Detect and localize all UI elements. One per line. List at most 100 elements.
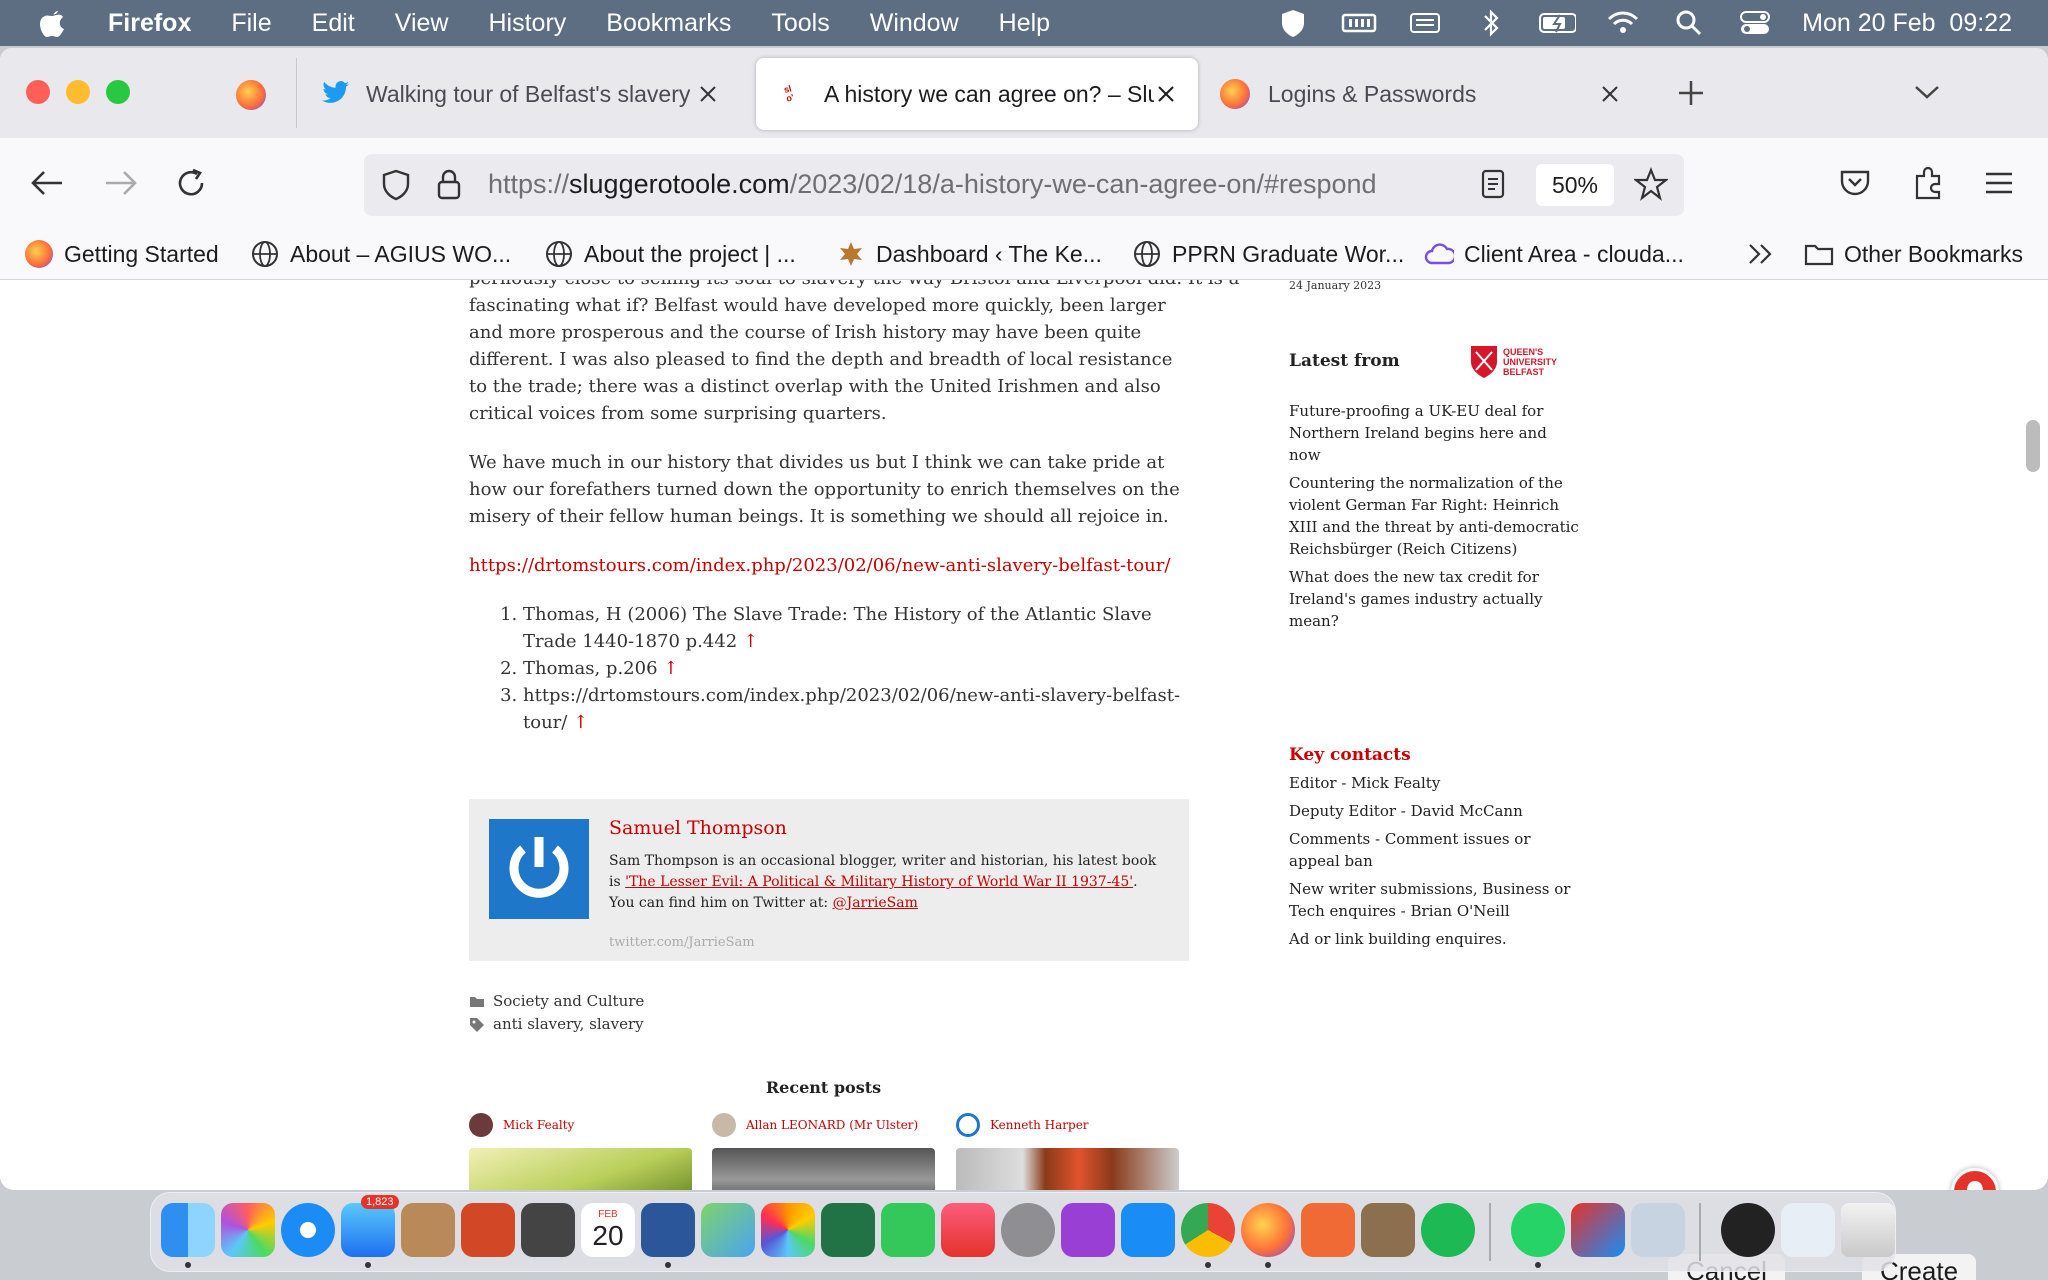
close-tab-icon[interactable] — [1154, 82, 1178, 106]
menu-view[interactable]: View — [395, 9, 449, 38]
recent-post-card[interactable]: Allan LEONARD (Mr Ulster) — [712, 1112, 935, 1190]
system-preferences-icon[interactable] — [1001, 1203, 1055, 1257]
close-tab-icon[interactable] — [696, 82, 720, 106]
hawk-app-icon[interactable] — [1361, 1203, 1415, 1257]
menu-window[interactable]: Window — [870, 9, 959, 38]
recent-post-thumbnail[interactable] — [469, 1148, 692, 1190]
reload-icon[interactable] — [166, 158, 216, 208]
bookmark-pprn[interactable]: PPRN Graduate Wor... — [1132, 236, 1404, 272]
control-center-icon[interactable] — [1736, 8, 1774, 38]
author-twitter-url[interactable]: twitter.com/JarrieSam — [609, 935, 755, 950]
recent-post-author[interactable]: Allan LEONARD (Mr Ulster) — [746, 1118, 918, 1132]
bookmark-star-icon[interactable] — [1632, 167, 1670, 206]
ccleaner-icon[interactable] — [1571, 1203, 1625, 1257]
tab-logins-passwords[interactable]: Logins & Passwords — [1220, 58, 1630, 130]
reader-view-icon[interactable] — [1480, 168, 1506, 205]
firefox-icon[interactable] — [1241, 1203, 1295, 1257]
close-window-button[interactable] — [26, 80, 50, 104]
calculator-icon[interactable] — [521, 1203, 575, 1257]
calendar-icon[interactable]: FEB 20 — [581, 1203, 635, 1257]
pocket-icon[interactable] — [1830, 158, 1880, 208]
list-all-tabs-chevron-icon[interactable] — [1912, 80, 1942, 104]
menu-edit[interactable]: Edit — [312, 9, 355, 38]
menu-history[interactable]: History — [489, 9, 567, 38]
bookmark-getting-started[interactable]: Getting Started — [24, 236, 219, 272]
spotlight-search-icon[interactable] — [1670, 8, 1708, 38]
powerpoint-icon[interactable] — [461, 1203, 515, 1257]
preview-icon[interactable] — [1631, 1203, 1685, 1257]
latest-link[interactable]: What does the new tax credit for Ireland… — [1289, 566, 1579, 632]
other-bookmarks-folder[interactable]: Other Bookmarks — [1804, 236, 2023, 272]
recent-post-thumbnail[interactable] — [712, 1148, 935, 1190]
key-contact-link[interactable]: Comments - Comment issues or appeal ban — [1289, 828, 1579, 872]
recent-post-author[interactable]: Mick Fealty — [503, 1118, 574, 1132]
tab-walking-tour[interactable]: Walking tour of Belfast's slavery — [320, 58, 740, 130]
footnote-back-arrow[interactable]: ↑ — [663, 658, 678, 679]
keyboard-icon[interactable] — [1406, 8, 1444, 38]
menubar-clock[interactable]: Mon 20 Feb 09:22 — [1802, 9, 2012, 38]
battery-charging-icon[interactable] — [1538, 8, 1577, 38]
menu-file[interactable]: File — [231, 9, 271, 38]
maps-icon[interactable] — [701, 1203, 755, 1257]
chrome-icon[interactable] — [1181, 1203, 1235, 1257]
key-contact-link[interactable]: Editor - Mick Fealty — [1289, 772, 1579, 794]
latest-link[interactable]: Future-proofing a UK-EU deal for Norther… — [1289, 400, 1579, 466]
excel-icon[interactable] — [821, 1203, 875, 1257]
lock-icon[interactable] — [436, 168, 462, 205]
apple-icon[interactable] — [38, 7, 70, 39]
menu-app-name[interactable]: Firefox — [108, 9, 191, 38]
tag-links[interactable]: anti slavery, slavery — [493, 1015, 644, 1033]
whatsapp-icon[interactable] — [1511, 1203, 1565, 1257]
tour-link[interactable]: https://drtomstours.com/index.php/2023/0… — [469, 555, 1170, 576]
bookmark-dashboard[interactable]: Dashboard ‹ The Ke... — [836, 236, 1102, 272]
qub-logo[interactable]: QUEEN'S UNIVERSITY BELFAST — [1469, 344, 1573, 380]
author-twitter-link[interactable]: @JarrieSam — [833, 895, 918, 911]
wifi-icon[interactable] — [1604, 8, 1642, 38]
vpn-shield-icon[interactable] — [1274, 8, 1312, 38]
tab-history-we-can-agree-on[interactable]: sl o' A history we can agree on? – Slu — [756, 58, 1198, 130]
bookmark-agius[interactable]: About – AGIUS WO... — [250, 236, 511, 272]
menu-tools[interactable]: Tools — [771, 9, 829, 38]
url-text[interactable]: https://sluggerotoole.com/2023/02/18/a-h… — [488, 169, 1377, 200]
category-link[interactable]: Society and Culture — [493, 992, 644, 1010]
contacts-icon[interactable] — [401, 1203, 455, 1257]
safari-icon[interactable] — [281, 1203, 335, 1257]
music-icon[interactable] — [941, 1203, 995, 1257]
close-tab-icon[interactable] — [1598, 82, 1622, 106]
zoom-level-button[interactable]: 50% — [1536, 164, 1614, 206]
forward-arrow-icon[interactable] — [96, 158, 146, 208]
key-contact-link[interactable]: Deputy Editor - David McCann — [1289, 800, 1579, 822]
recent-post-card[interactable]: Kenneth Harper — [956, 1112, 1179, 1190]
extensions-puzzle-icon[interactable] — [1904, 158, 1954, 208]
back-arrow-icon[interactable] — [22, 158, 72, 208]
minimize-window-button[interactable] — [66, 80, 90, 104]
menu-bookmarks[interactable]: Bookmarks — [606, 9, 731, 38]
dex-icon[interactable] — [1301, 1203, 1355, 1257]
podcasts-icon[interactable] — [1061, 1203, 1115, 1257]
firefox-view-icon[interactable] — [236, 80, 266, 110]
memory-icon[interactable] — [1340, 8, 1378, 38]
tracking-protection-shield-icon[interactable] — [382, 169, 410, 206]
launchpad-icon[interactable] — [221, 1203, 275, 1257]
page-scrollbar-thumb[interactable] — [2026, 420, 2040, 472]
latest-link[interactable]: Countering the normalization of the viol… — [1289, 472, 1579, 560]
recent-post-author[interactable]: Kenneth Harper — [990, 1118, 1089, 1132]
zoom-window-button[interactable] — [106, 80, 130, 104]
notification-bell-button[interactable] — [1951, 1168, 1999, 1190]
hamburger-menu-icon[interactable] — [1974, 158, 2024, 208]
screenshot-stack-icon[interactable] — [1781, 1203, 1835, 1257]
menu-help[interactable]: Help — [999, 9, 1050, 38]
facetime-icon[interactable] — [881, 1203, 935, 1257]
address-bar[interactable]: https://sluggerotoole.com/2023/02/18/a-h… — [364, 154, 1684, 216]
spotify-icon[interactable] — [1421, 1203, 1475, 1257]
author-name[interactable]: Samuel Thompson — [609, 817, 787, 839]
new-tab-plus-icon[interactable] — [1676, 78, 1706, 108]
bluetooth-icon[interactable] — [1472, 8, 1510, 38]
footnote-back-arrow[interactable]: ↑ — [573, 712, 588, 733]
author-avatar[interactable] — [489, 819, 589, 919]
trash-icon[interactable] — [1841, 1203, 1895, 1257]
footnote-back-arrow[interactable]: ↑ — [743, 631, 758, 652]
more-bookmarks-chevron-icon[interactable] — [1746, 236, 1776, 272]
key-contact-link[interactable]: Ad or link building enquires. — [1289, 928, 1579, 950]
photos-icon[interactable] — [761, 1203, 815, 1257]
